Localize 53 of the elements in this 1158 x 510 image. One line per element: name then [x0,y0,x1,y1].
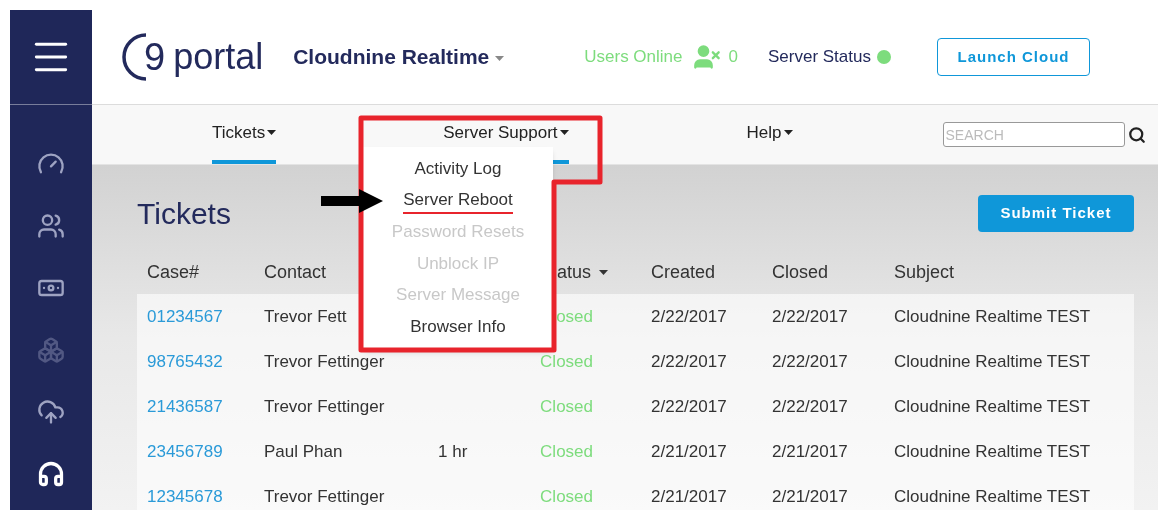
user-x-icon [692,43,721,71]
server-status-label: Server Status [767,46,871,69]
logo-word: portal [173,39,264,75]
table-cell: 2/21/2017 [772,441,848,461]
table-cell: Trevor Fett [264,306,347,326]
table-cell: 2/22/2017 [772,396,848,416]
table-cell: 2/21/2017 [651,441,727,461]
table-cell: 2/21/2017 [651,486,727,506]
table-cell: 2/22/2017 [651,306,727,326]
column-header[interactable]: Subject [884,258,1134,286]
status-text: osed [556,306,593,326]
page-title: Tickets [137,196,231,232]
column-header[interactable]: Closed [762,258,884,286]
search-field[interactable]: SEARCH [942,122,1125,147]
table-cell: 2/22/2017 [651,396,727,416]
column-header[interactable]: Case# [137,258,254,286]
status-text: Closed [540,351,593,371]
table-cell: Cloudnine Realtime TEST [894,486,1091,506]
menu-item[interactable]: Server Reboot [403,184,513,216]
status-text: Closed [540,441,593,461]
table-cell: Trevor Fettinger [264,396,385,416]
table-cell: 2/21/2017 [772,486,848,506]
column-header[interactable]: Created [641,258,762,286]
users-online-count: 0 [728,46,738,69]
table-cell: Cloudnine Realtime TEST [894,441,1091,461]
table-cell: Paul Phan [264,441,343,461]
account-dropdown[interactable]: Cloudnine Realtime [293,41,505,73]
users-online-label: Users Online [584,46,683,69]
table-cell: Cloudnine Realtime TEST [894,396,1091,416]
pointer-arrow [321,189,383,213]
caret-icon [599,269,608,275]
table-cell: Trevor Fettinger [264,486,385,506]
caret-icon [495,56,505,62]
table-cell: 2/22/2017 [772,306,848,326]
logo-mark: 9 [144,38,166,76]
column-header[interactable]: atus [556,258,591,286]
status-text: Closed [540,486,593,506]
caret-icon [783,130,793,135]
caret-icon [267,130,277,135]
table-cell: 2/22/2017 [772,351,848,371]
table-cell: Trevor Fettinger [264,351,385,371]
cloud-icon[interactable] [37,398,65,426]
caret-icon [559,130,569,135]
status-text: Closed [540,396,593,416]
nav-tab[interactable]: Help [746,105,793,164]
users-icon[interactable] [37,212,65,240]
search-icon[interactable] [1127,125,1146,144]
table-cell: Cloudnine Realtime TEST [894,306,1091,326]
table-cell: 2/22/2017 [651,351,727,371]
headset-icon[interactable] [37,460,65,488]
menu-item[interactable]: Browser Info [410,310,506,342]
table-cell: 1 hr [438,441,468,461]
table-cell: Cloudnine Realtime TEST [894,351,1091,371]
